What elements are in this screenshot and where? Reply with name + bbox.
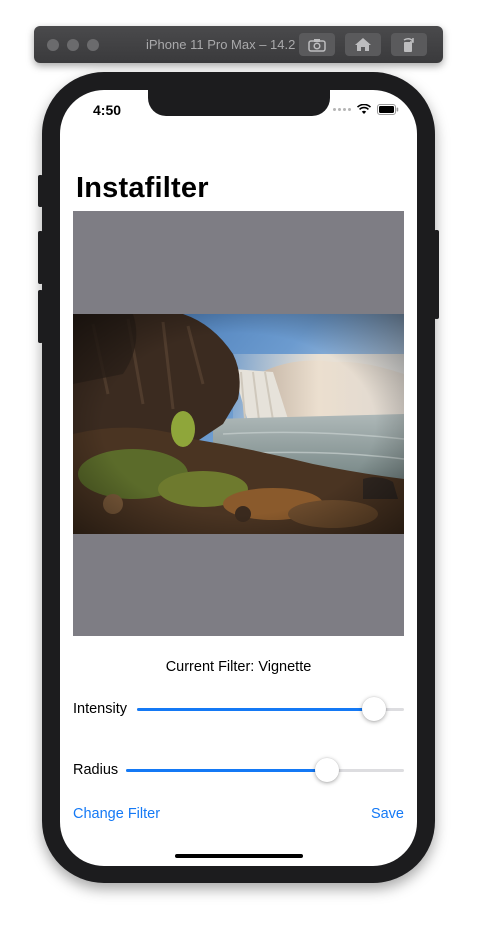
close-window-button[interactable] xyxy=(47,39,59,51)
minimize-window-button[interactable] xyxy=(67,39,79,51)
simulator-title: iPhone 11 Pro Max – 14.2 xyxy=(146,37,296,52)
current-filter-label: Current Filter: Vignette xyxy=(165,659,312,675)
intensity-slider-fill xyxy=(137,708,374,711)
change-filter-button[interactable]: Change Filter xyxy=(73,806,160,822)
mute-switch xyxy=(38,175,43,207)
notch xyxy=(148,90,330,116)
page-title: Instafilter xyxy=(76,172,209,204)
power-button xyxy=(434,230,439,319)
home-indicator[interactable] xyxy=(175,854,303,858)
rotate-icon xyxy=(403,37,414,52)
radius-slider-row: Radius xyxy=(73,756,404,786)
wifi-icon xyxy=(357,104,371,114)
battery-icon xyxy=(377,104,399,115)
screenshot-button[interactable] xyxy=(299,33,335,56)
waterfall-photo xyxy=(73,314,404,534)
device-screen: 4:50 Instafilter Current Filter: Vignett… xyxy=(60,90,417,866)
camera-icon xyxy=(308,38,326,52)
rotate-button[interactable] xyxy=(391,33,427,56)
volume-down-button xyxy=(38,290,43,343)
radius-slider-thumb[interactable] xyxy=(315,758,339,782)
zoom-window-button[interactable] xyxy=(87,39,99,51)
intensity-label: Intensity xyxy=(73,701,127,717)
status-icons xyxy=(333,104,399,115)
volume-up-button xyxy=(38,231,43,284)
home-button[interactable] xyxy=(345,33,381,56)
intensity-slider-thumb[interactable] xyxy=(362,697,386,721)
signal-dots-icon xyxy=(333,108,351,111)
radius-slider-fill xyxy=(126,769,327,772)
status-time: 4:50 xyxy=(93,102,122,118)
radius-label: Radius xyxy=(73,762,119,778)
simulator-toolbar: iPhone 11 Pro Max – 14.2 xyxy=(34,26,443,63)
intensity-slider-row: Intensity xyxy=(73,695,404,725)
save-button[interactable]: Save xyxy=(371,806,404,822)
filtered-image-area[interactable] xyxy=(73,211,404,636)
home-icon xyxy=(355,38,371,51)
